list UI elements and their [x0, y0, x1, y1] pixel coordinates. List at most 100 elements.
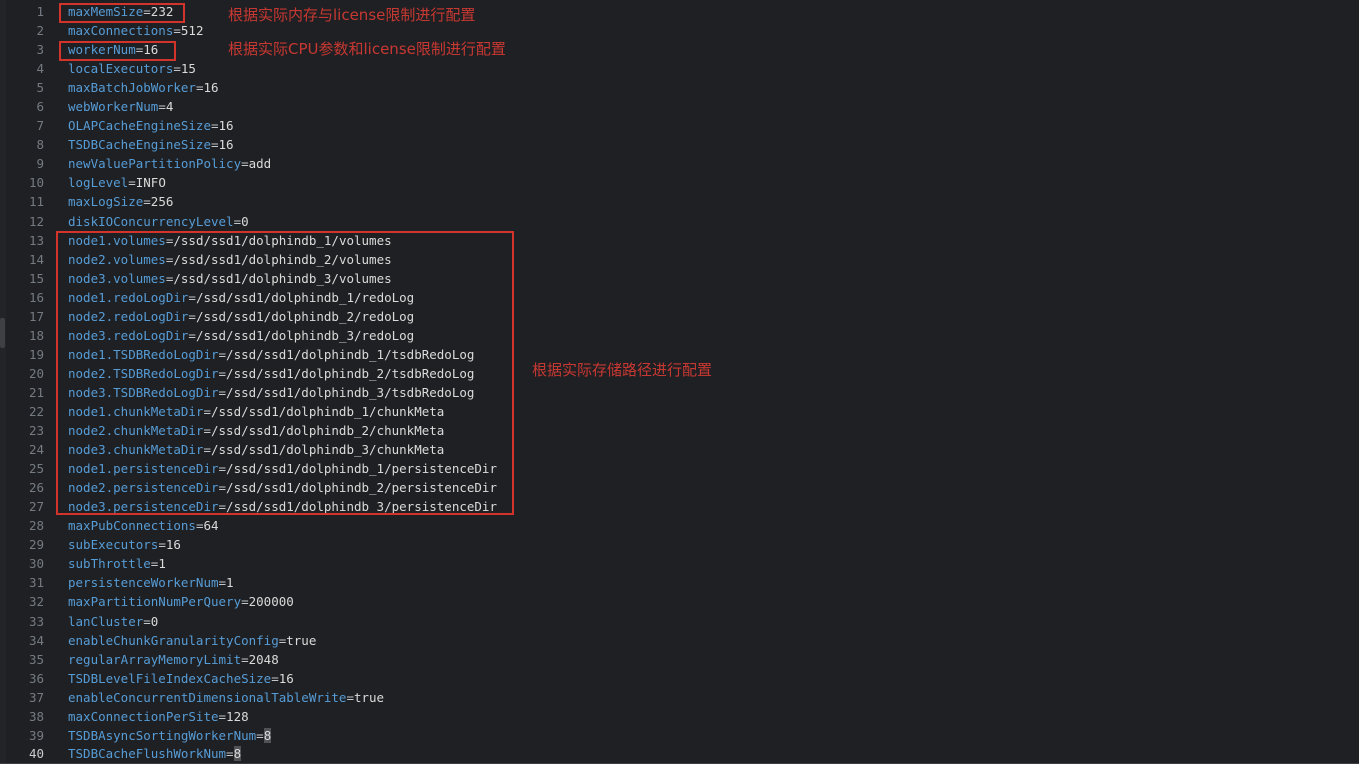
equals-sign: =: [241, 652, 249, 667]
code-line[interactable]: 8 TSDBCacheEngineSize=16: [0, 135, 1359, 154]
line-content: node2.volumes=/ssd/ssd1/dolphindb_2/volu…: [68, 250, 392, 269]
line-number: 19: [0, 345, 44, 364]
code-line[interactable]: 23 node2.chunkMetaDir=/ssd/ssd1/dolphind…: [0, 421, 1359, 440]
code-line[interactable]: 13 node1.volumes=/ssd/ssd1/dolphindb_1/v…: [0, 231, 1359, 250]
code-line[interactable]: 14 node2.volumes=/ssd/ssd1/dolphindb_2/v…: [0, 250, 1359, 269]
config-key: node1.persistenceDir: [68, 461, 219, 476]
code-line[interactable]: 4 localExecutors=15: [0, 59, 1359, 78]
code-line[interactable]: 22 node1.chunkMetaDir=/ssd/ssd1/dolphind…: [0, 402, 1359, 421]
line-number: 34: [0, 631, 44, 650]
code-line[interactable]: 1 maxMemSize=232: [0, 2, 1359, 21]
code-line[interactable]: 9 newValuePartitionPolicy=add: [0, 154, 1359, 173]
code-line[interactable]: 15 node3.volumes=/ssd/ssd1/dolphindb_3/v…: [0, 269, 1359, 288]
config-key: node3.volumes: [68, 271, 166, 286]
code-line[interactable]: 27 node3.persistenceDir=/ssd/ssd1/dolphi…: [0, 497, 1359, 516]
config-value: /ssd/ssd1/dolphindb_3/redoLog: [196, 328, 414, 343]
line-content: node2.persistenceDir=/ssd/ssd1/dolphindb…: [68, 478, 497, 497]
code-line[interactable]: 16 node1.redoLogDir=/ssd/ssd1/dolphindb_…: [0, 288, 1359, 307]
config-value: 2048: [249, 652, 279, 667]
line-content: localExecutors=15: [68, 59, 196, 78]
code-line[interactable]: 25 node1.persistenceDir=/ssd/ssd1/dolphi…: [0, 459, 1359, 478]
code-line[interactable]: 32 maxPartitionNumPerQuery=200000: [0, 592, 1359, 611]
line-content: OLAPCacheEngineSize=16: [68, 116, 234, 135]
code-line[interactable]: 37 enableConcurrentDimensionalTableWrite…: [0, 688, 1359, 707]
line-content: node2.redoLogDir=/ssd/ssd1/dolphindb_2/r…: [68, 307, 414, 326]
line-number: 5: [0, 78, 44, 97]
line-content: maxPubConnections=64: [68, 516, 219, 535]
config-key: maxConnections: [68, 23, 173, 38]
config-value: /ssd/ssd1/dolphindb_2/redoLog: [196, 309, 414, 324]
config-value: 8: [264, 728, 272, 743]
code-line[interactable]: 10 logLevel=INFO: [0, 173, 1359, 192]
code-line[interactable]: 35 regularArrayMemoryLimit=2048: [0, 650, 1359, 669]
code-line[interactable]: 26 node2.persistenceDir=/ssd/ssd1/dolphi…: [0, 478, 1359, 497]
line-number: 15: [0, 269, 44, 288]
line-number: 28: [0, 516, 44, 535]
config-key: OLAPCacheEngineSize: [68, 118, 211, 133]
config-key: persistenceWorkerNum: [68, 575, 219, 590]
equals-sign: =: [211, 137, 219, 152]
code-line[interactable]: 6 webWorkerNum=4: [0, 97, 1359, 116]
config-key: diskIOConcurrencyLevel: [68, 214, 234, 229]
equals-sign: =: [219, 347, 227, 362]
line-content: node3.chunkMetaDir=/ssd/ssd1/dolphindb_3…: [68, 440, 444, 459]
config-key: node2.volumes: [68, 252, 166, 267]
line-number: 12: [0, 212, 44, 231]
code-line[interactable]: 21 node3.TSDBRedoLogDir=/ssd/ssd1/dolphi…: [0, 383, 1359, 402]
config-key: node1.redoLogDir: [68, 290, 188, 305]
line-number: 13: [0, 231, 44, 250]
code-line[interactable]: 18 node3.redoLogDir=/ssd/ssd1/dolphindb_…: [0, 326, 1359, 345]
code-line[interactable]: 34 enableChunkGranularityConfig=true: [0, 631, 1359, 650]
config-value: 256: [151, 194, 174, 209]
line-number: 7: [0, 116, 44, 135]
equals-sign: =: [188, 290, 196, 305]
line-number: 18: [0, 326, 44, 345]
code-line[interactable]: 33 lanCluster=0: [0, 612, 1359, 631]
equals-sign: =: [158, 537, 166, 552]
config-value: /ssd/ssd1/dolphindb_3/chunkMeta: [211, 442, 444, 457]
config-key: maxConnectionPerSite: [68, 709, 219, 724]
code-line[interactable]: 11 maxLogSize=256: [0, 192, 1359, 211]
code-line[interactable]: 19 node1.TSDBRedoLogDir=/ssd/ssd1/dolphi…: [0, 345, 1359, 364]
config-key: lanCluster: [68, 614, 143, 629]
code-line[interactable]: 36 TSDBLevelFileIndexCacheSize=16: [0, 669, 1359, 688]
line-number: 39: [0, 726, 44, 745]
equals-sign: =: [143, 4, 151, 19]
code-line[interactable]: 7 OLAPCacheEngineSize=16: [0, 116, 1359, 135]
code-line[interactable]: 24 node3.chunkMetaDir=/ssd/ssd1/dolphind…: [0, 440, 1359, 459]
code-line[interactable]: 12 diskIOConcurrencyLevel=0: [0, 212, 1359, 231]
config-value: 16: [166, 537, 181, 552]
code-line[interactable]: 5 maxBatchJobWorker=16: [0, 78, 1359, 97]
line-content: TSDBLevelFileIndexCacheSize=16: [68, 669, 294, 688]
config-key: TSDBAsyncSortingWorkerNum: [68, 728, 256, 743]
config-value: 16: [203, 80, 218, 95]
code-line[interactable]: 30 subThrottle=1: [0, 554, 1359, 573]
equals-sign: =: [211, 118, 219, 133]
code-line[interactable]: 38 maxConnectionPerSite=128: [0, 707, 1359, 726]
code-line[interactable]: 31 persistenceWorkerNum=1: [0, 573, 1359, 592]
code-line[interactable]: 39 TSDBAsyncSortingWorkerNum=8: [0, 726, 1359, 745]
config-value: /ssd/ssd1/dolphindb_3/persistenceDir: [226, 499, 497, 514]
code-line[interactable]: 3 workerNum=16: [0, 40, 1359, 59]
code-line[interactable]: 28 maxPubConnections=64: [0, 516, 1359, 535]
config-key: TSDBLevelFileIndexCacheSize: [68, 671, 271, 686]
line-content: maxConnectionPerSite=128: [68, 707, 249, 726]
line-content: diskIOConcurrencyLevel=0: [68, 212, 249, 231]
line-content: logLevel=INFO: [68, 173, 166, 192]
line-number: 38: [0, 707, 44, 726]
config-value: 0: [241, 214, 249, 229]
config-value: 8: [234, 746, 242, 761]
code-line[interactable]: 20 node2.TSDBRedoLogDir=/ssd/ssd1/dolphi…: [0, 364, 1359, 383]
config-value: /ssd/ssd1/dolphindb_2/persistenceDir: [226, 480, 497, 495]
config-key: node3.TSDBRedoLogDir: [68, 385, 219, 400]
equals-sign: =: [226, 746, 234, 761]
code-line[interactable]: 2 maxConnections=512: [0, 21, 1359, 40]
code-line[interactable]: 40 TSDBCacheFlushWorkNum=8: [0, 745, 1359, 764]
equals-sign: =: [203, 404, 211, 419]
code-line[interactable]: 29 subExecutors=16: [0, 535, 1359, 554]
code-line[interactable]: 17 node2.redoLogDir=/ssd/ssd1/dolphindb_…: [0, 307, 1359, 326]
equals-sign: =: [173, 61, 181, 76]
line-number: 17: [0, 307, 44, 326]
equals-sign: =: [219, 385, 227, 400]
line-number: 30: [0, 554, 44, 573]
